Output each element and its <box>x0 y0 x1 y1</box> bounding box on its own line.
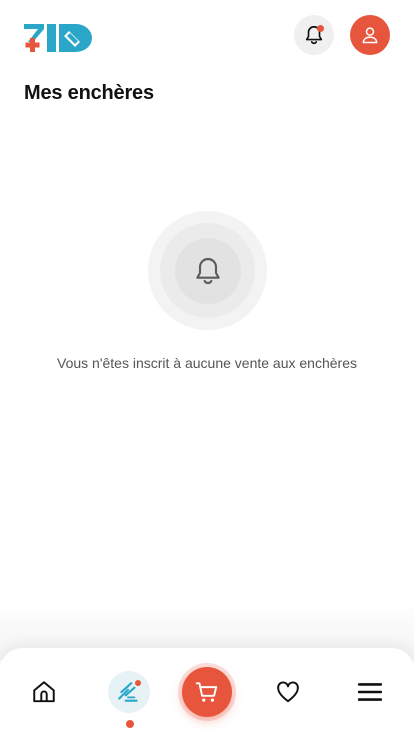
notifications-button[interactable] <box>294 15 334 55</box>
page-title: Mes enchères <box>24 82 154 104</box>
cart-icon <box>195 682 218 702</box>
nav-home-button[interactable] <box>22 670 66 714</box>
empty-state-message: Vous n'êtes inscrit à aucune vente aux e… <box>57 355 357 371</box>
user-icon <box>362 27 378 44</box>
empty-state-illustration <box>148 211 267 330</box>
active-tab-indicator <box>126 720 134 728</box>
bell-icon <box>195 257 220 284</box>
nav-menu-button[interactable] <box>348 670 392 714</box>
nav-cart-button[interactable] <box>182 667 232 717</box>
bottom-navigation <box>0 648 414 735</box>
app-header <box>0 0 414 76</box>
menu-icon <box>357 683 383 701</box>
empty-state-ring <box>160 223 255 318</box>
zid-logo-icon <box>24 24 92 52</box>
brand-logo[interactable] <box>24 24 94 52</box>
heart-icon <box>277 681 299 703</box>
empty-state-core <box>174 237 241 304</box>
home-icon <box>33 681 55 703</box>
notification-badge <box>317 25 324 32</box>
nav-favorites-button[interactable] <box>266 670 310 714</box>
account-button[interactable] <box>350 15 390 55</box>
nav-auctions-button[interactable] <box>108 671 150 713</box>
auction-badge <box>135 680 141 686</box>
